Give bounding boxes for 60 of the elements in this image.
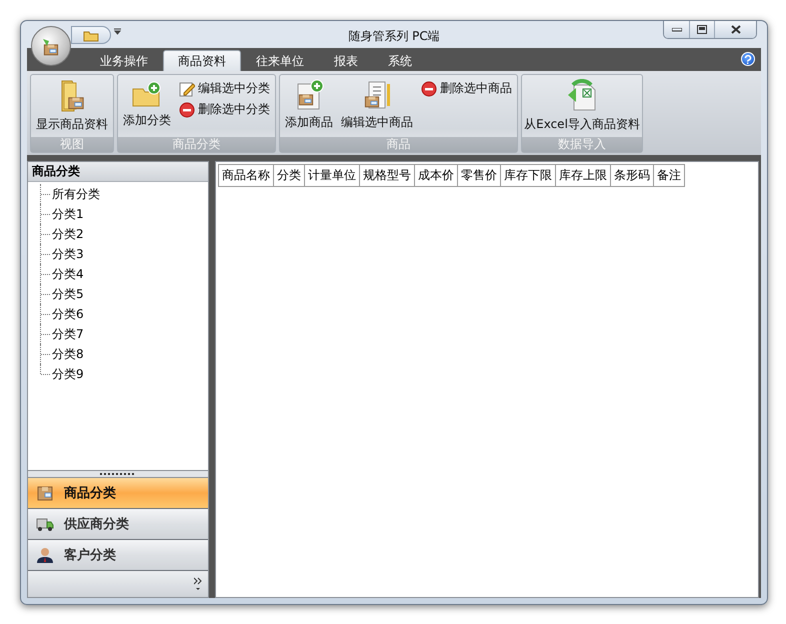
group-label: 商品分类 [118,137,275,152]
column-header[interactable]: 规格型号 [360,164,415,187]
column-header[interactable]: 条形码 [611,164,654,187]
remove-icon [179,102,195,118]
close-button[interactable] [714,21,756,38]
column-header[interactable]: 分类 [274,164,305,187]
open-folder-button[interactable] [71,26,111,44]
column-header[interactable]: 成本价 [415,164,458,187]
group-label: 视图 [31,137,113,152]
column-header[interactable]: 备注 [654,164,685,187]
nav-button[interactable]: 客户分类 [28,540,208,571]
nav-button[interactable]: 商品分类 [28,478,208,509]
ribbon-button[interactable]: 添加商品 [283,77,335,135]
column-header[interactable]: 零售价 [458,164,501,187]
person-icon [36,547,54,563]
tree-item[interactable]: 分类1 [50,206,86,222]
help-icon[interactable] [741,52,755,66]
tree-item[interactable]: 分类5 [50,286,86,302]
ribbon-small-button[interactable]: 编辑选中分类 [177,79,272,98]
ribbon-tab[interactable]: 商品资料 [163,50,241,71]
ribbon-button[interactable]: 从Excel导入商品资料 [522,77,642,135]
maximize-icon [697,25,707,34]
ribbon-tab[interactable]: 业务操作 [85,50,163,71]
tree-item[interactable]: 分类6 [50,306,86,322]
box-icon [36,485,54,501]
maximize-button[interactable] [689,21,714,38]
column-header[interactable]: 库存上限 [556,164,611,187]
tree-item[interactable]: 分类4 [50,266,86,282]
more-chevron-icon[interactable] [194,577,202,591]
group-label: 数据导入 [522,137,642,152]
ribbon-button[interactable]: 添加分类 [121,77,173,135]
tree-item[interactable]: 分类8 [50,346,86,362]
nav-button[interactable]: 供应商分类 [28,509,208,540]
column-header[interactable]: 计量单位 [305,164,360,187]
ribbon-small-button[interactable]: 删除选中商品 [419,79,514,98]
ribbon-tab[interactable]: 报表 [319,50,373,71]
close-icon [730,25,740,34]
remove-icon [421,80,437,96]
ribbon-tab[interactable]: 往来单位 [241,50,319,71]
column-header[interactable]: 商品名称 [218,164,274,187]
pencil-note-icon [179,80,195,96]
column-header[interactable]: 库存下限 [501,164,556,187]
tree-item[interactable]: 分类2 [50,226,86,242]
window-title: 随身管系列 PC端 [348,28,440,45]
tree-item[interactable]: 所有分类 [50,186,102,202]
tree-item[interactable]: 分类3 [50,246,86,262]
group-label: 商品 [280,137,517,152]
folder-icon [83,28,99,42]
tree-item[interactable]: 分类9 [50,366,86,382]
ribbon-tab[interactable]: 系统 [373,50,427,71]
ribbon-button[interactable]: 编辑选中商品 [339,77,415,135]
ribbon-small-button[interactable]: 删除选中分类 [177,100,272,119]
minimize-icon [672,28,682,32]
folder-add-icon [131,79,163,109]
tree-item[interactable]: 分类7 [50,326,86,342]
app-menu-button[interactable] [31,26,71,66]
truck-icon [36,516,54,532]
ribbon-button[interactable]: 显示商品资料 [34,77,110,135]
minimize-button[interactable] [664,21,689,38]
panel-header: 商品分类 [28,162,208,182]
